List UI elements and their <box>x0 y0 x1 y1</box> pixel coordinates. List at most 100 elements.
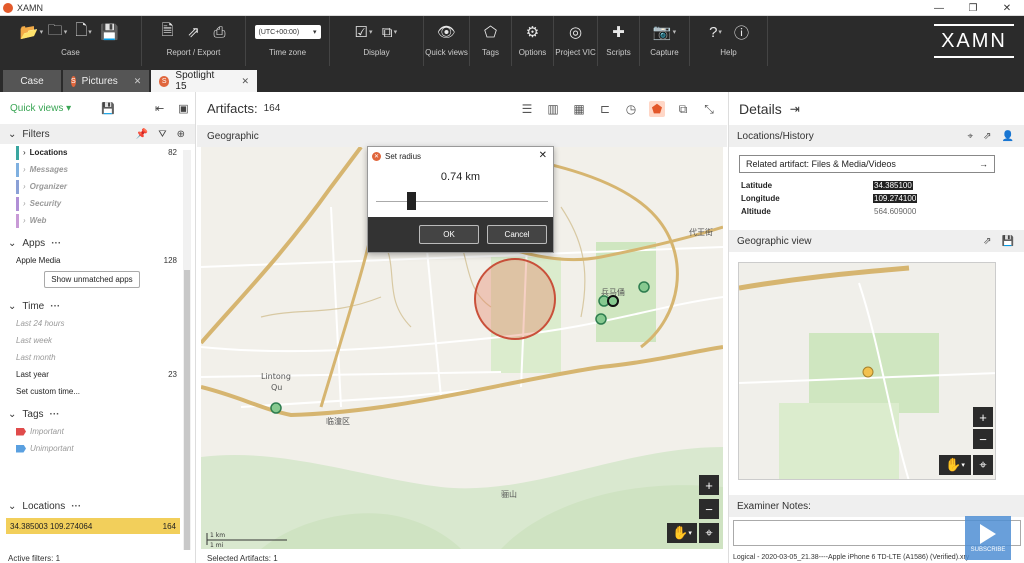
open-folder-icon[interactable]: 📂 <box>20 23 42 41</box>
hand-icon: ✋ <box>672 525 689 540</box>
display-copy-icon[interactable]: ⧉ <box>380 23 400 41</box>
close-icon[interactable]: ✕ <box>539 150 547 161</box>
ok-button[interactable]: OK <box>419 225 479 244</box>
gallery-view-icon[interactable]: ⧉ <box>675 101 691 117</box>
ribbon-toolbar: 📂 🗀 🗋 💾 Case 🗎 ⇗ ⎙ Report / Export (UTC+… <box>0 16 1024 66</box>
close-icon[interactable]: ✕ <box>241 76 249 87</box>
tree-view-icon[interactable]: ⊏ <box>597 101 613 117</box>
filters-label: Filters <box>22 128 50 140</box>
radius-slider-track[interactable] <box>376 201 548 202</box>
user-icon[interactable]: 👤 <box>1002 131 1014 142</box>
mini-map[interactable]: + − ✋ ▾ ⌖ <box>738 262 996 480</box>
column-view-icon[interactable]: ▥ <box>545 101 561 117</box>
new-case-icon[interactable]: 🗋 <box>74 22 94 41</box>
quick-views-dropdown[interactable]: Quick views ▾ <box>10 103 71 114</box>
zoom-out-button[interactable]: − <box>699 499 719 519</box>
briefcase-icon[interactable]: ▣ <box>178 102 188 115</box>
mini-zoom-in-button[interactable]: + <box>973 407 993 427</box>
timeline-view-icon[interactable]: ◷ <box>623 101 639 117</box>
close-window-button[interactable]: ✕ <box>990 0 1024 16</box>
related-artifact-button[interactable]: Related artifact: Files & Media/Videos → <box>739 155 995 173</box>
scrollbar-thumb[interactable] <box>184 270 190 550</box>
mini-map-marker[interactable] <box>862 366 874 378</box>
time-row[interactable]: Last week <box>0 332 195 349</box>
time-row[interactable]: Last year 23 <box>0 366 195 383</box>
tag-row-unimportant[interactable]: Unimportant <box>0 440 195 457</box>
app-row[interactable]: Apple Media 128 <box>0 252 195 269</box>
collapse-details-icon[interactable]: ⇥ <box>790 102 800 116</box>
display-icon[interactable]: ☑ <box>354 23 374 41</box>
filter-row[interactable]: › Organizer <box>0 178 195 195</box>
time-row[interactable]: Set custom time... <box>0 383 195 400</box>
open-external-icon[interactable]: ⇗ <box>983 236 991 247</box>
mini-pan-tool-button[interactable]: ✋ ▾ <box>939 455 971 475</box>
close-folder-icon[interactable]: 🗀 <box>48 22 68 41</box>
time-row[interactable]: Last 24 hours <box>0 315 195 332</box>
pan-tool-button[interactable]: ✋ ▾ <box>667 523 697 543</box>
maximize-button[interactable]: ❐ <box>956 0 990 16</box>
map-label: 代王街 <box>689 227 713 237</box>
filters-header[interactable]: ⌄ Filters 📌 ⛛ ⊕ <box>0 124 195 144</box>
more-icon[interactable]: ··· <box>51 238 61 249</box>
filter-row[interactable]: › Locations 82 <box>0 144 195 161</box>
radius-circle[interactable] <box>474 258 556 340</box>
longitude-value[interactable]: 109.274100 <box>873 194 918 203</box>
mini-zoom-out-button[interactable]: − <box>973 429 993 449</box>
latitude-value[interactable]: 34.385100 <box>873 181 913 190</box>
show-unmatched-apps-button[interactable]: Show unmatched apps <box>44 271 140 288</box>
list-view-icon[interactable]: ☰ <box>519 101 535 117</box>
location-selected-row[interactable]: 34.385003 109.274064 164 <box>6 518 180 534</box>
zoom-in-button[interactable]: + <box>699 475 719 495</box>
locate-button[interactable]: ⌖ <box>699 523 719 543</box>
more-icon[interactable]: ··· <box>71 501 81 512</box>
mini-locate-button[interactable]: ⌖ <box>973 455 993 475</box>
filter-row[interactable]: › Web <box>0 212 195 229</box>
more-icon[interactable]: ··· <box>50 409 60 420</box>
open-external-icon[interactable]: ⇗ <box>983 131 991 142</box>
locations-header[interactable]: ⌄ Locations ··· <box>0 498 180 515</box>
ribbon-group-capture[interactable]: 📷 Capture <box>640 16 690 66</box>
ribbon-group-quickviews[interactable]: 👁 Quick views <box>424 16 470 66</box>
minimize-button[interactable]: — <box>922 0 956 16</box>
mini-map-canvas <box>739 263 995 479</box>
subscribe-overlay[interactable]: SUBSCRIBE <box>965 516 1011 560</box>
filter-scrollbar[interactable] <box>183 150 191 550</box>
print-icon[interactable]: ⎙ <box>210 23 230 41</box>
time-row[interactable]: Last month <box>0 349 195 366</box>
ribbon-group-options[interactable]: ⚙ Options <box>512 16 554 66</box>
info-icon[interactable]: ⓘ <box>732 23 752 42</box>
collapse-panel-icon[interactable]: ⇤ <box>155 102 164 115</box>
ribbon-group-scripts[interactable]: ✚ Scripts <box>598 16 640 66</box>
add-filter-icon[interactable]: ⊕ <box>177 129 185 140</box>
geographic-view-icon[interactable]: ⬟ <box>649 101 665 117</box>
tags-header[interactable]: ⌄ Tags ··· <box>0 406 195 423</box>
help-icon[interactable]: ? <box>706 23 726 41</box>
apps-header[interactable]: ⌄ Apps ··· <box>0 235 195 252</box>
more-icon[interactable]: ··· <box>50 301 60 312</box>
pin-icon[interactable]: 📌 <box>136 129 148 140</box>
time-header[interactable]: ⌄ Time ··· <box>0 298 195 315</box>
close-icon[interactable]: ✕ <box>134 76 142 87</box>
map-pin-icon[interactable]: ⌖ <box>968 131 974 142</box>
filter-row[interactable]: › Messages <box>0 161 195 178</box>
save-view-icon[interactable]: 💾 <box>101 102 115 115</box>
radius-slider-thumb[interactable] <box>407 192 416 210</box>
save-icon[interactable]: 💾 <box>100 23 120 41</box>
filter-row[interactable]: › Security <box>0 195 195 212</box>
ribbon-group-projectvic[interactable]: ◎ Project VIC <box>554 16 598 66</box>
cancel-button[interactable]: Cancel <box>487 225 547 244</box>
report-icon[interactable]: 🗎 <box>158 22 178 41</box>
tab-pictures[interactable]: S Pictures ✕ <box>63 70 149 92</box>
quick-views-label: Quick views <box>10 102 64 114</box>
ribbon-group-tags[interactable]: ⬠ Tags <box>470 16 512 66</box>
grid-view-icon[interactable]: ▦ <box>571 101 587 117</box>
tab-case[interactable]: Case <box>3 70 61 92</box>
export-icon[interactable]: ⇗ <box>184 23 204 41</box>
save-icon[interactable]: 💾 <box>1002 236 1014 247</box>
filter-settings-icon[interactable]: ⛛ <box>158 129 166 140</box>
tab-spotlight-15[interactable]: S Spotlight 15 ✕ <box>151 70 257 92</box>
selected-marker[interactable] <box>607 295 619 307</box>
timezone-select[interactable]: (UTC+00:00) ▾ <box>254 25 321 39</box>
connections-view-icon[interactable]: ⤡ <box>701 101 717 117</box>
tag-row-important[interactable]: Important <box>0 423 195 440</box>
